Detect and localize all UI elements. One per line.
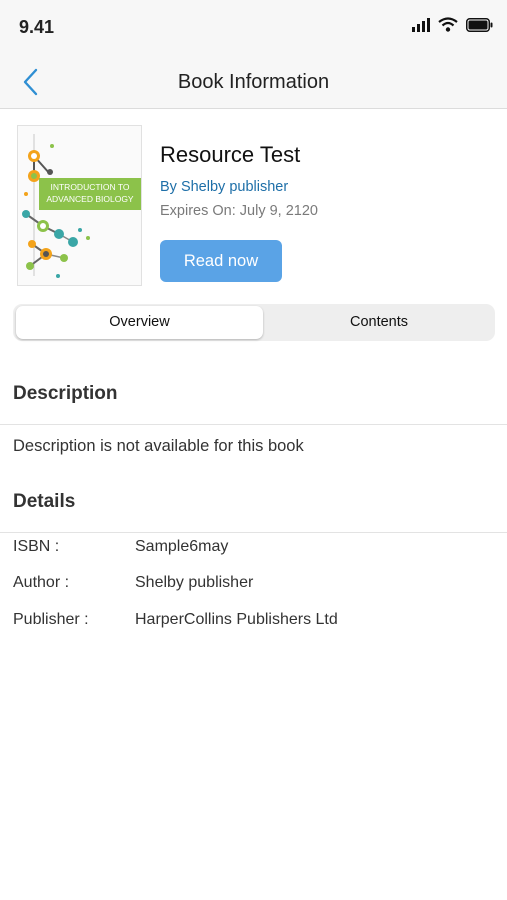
detail-value-isbn: Sample6may xyxy=(135,538,229,555)
divider xyxy=(0,424,507,425)
description-text: Description is not available for this bo… xyxy=(13,437,304,455)
book-expiry: Expires On: July 9, 2120 xyxy=(160,203,318,219)
book-cover: INTRODUCTION TO ADVANCED BIOLOGY xyxy=(17,125,142,286)
status-bar: 9.41 xyxy=(0,0,507,56)
detail-label-publisher: Publisher : xyxy=(13,611,89,628)
cover-title: INTRODUCTION TO ADVANCED BIOLOGY xyxy=(46,182,134,204)
detail-value-publisher: HarperCollins Publishers Ltd xyxy=(135,611,338,628)
book-title: Resource Test xyxy=(160,142,301,167)
wifi-icon xyxy=(438,17,458,37)
status-icons xyxy=(412,17,493,37)
tab-overview[interactable]: Overview xyxy=(16,306,263,339)
nav-bar: Book Information xyxy=(0,56,507,109)
book-author[interactable]: By Shelby publisher xyxy=(160,179,288,195)
detail-label-isbn: ISBN : xyxy=(13,538,60,555)
detail-value-author: Shelby publisher xyxy=(135,574,254,591)
signal-icon xyxy=(412,17,430,37)
detail-label-author: Author : xyxy=(13,574,70,591)
battery-icon xyxy=(466,17,493,37)
details-heading: Details xyxy=(13,491,76,512)
status-time: 9.41 xyxy=(19,17,55,37)
description-heading: Description xyxy=(13,383,118,404)
segmented-control: Overview Contents xyxy=(13,304,495,341)
read-now-button[interactable]: Read now xyxy=(160,240,282,282)
divider xyxy=(0,532,507,533)
tab-contents[interactable]: Contents xyxy=(266,306,492,339)
cover-title-band: INTRODUCTION TO ADVANCED BIOLOGY xyxy=(39,178,141,210)
page-title: Book Information xyxy=(177,71,330,93)
